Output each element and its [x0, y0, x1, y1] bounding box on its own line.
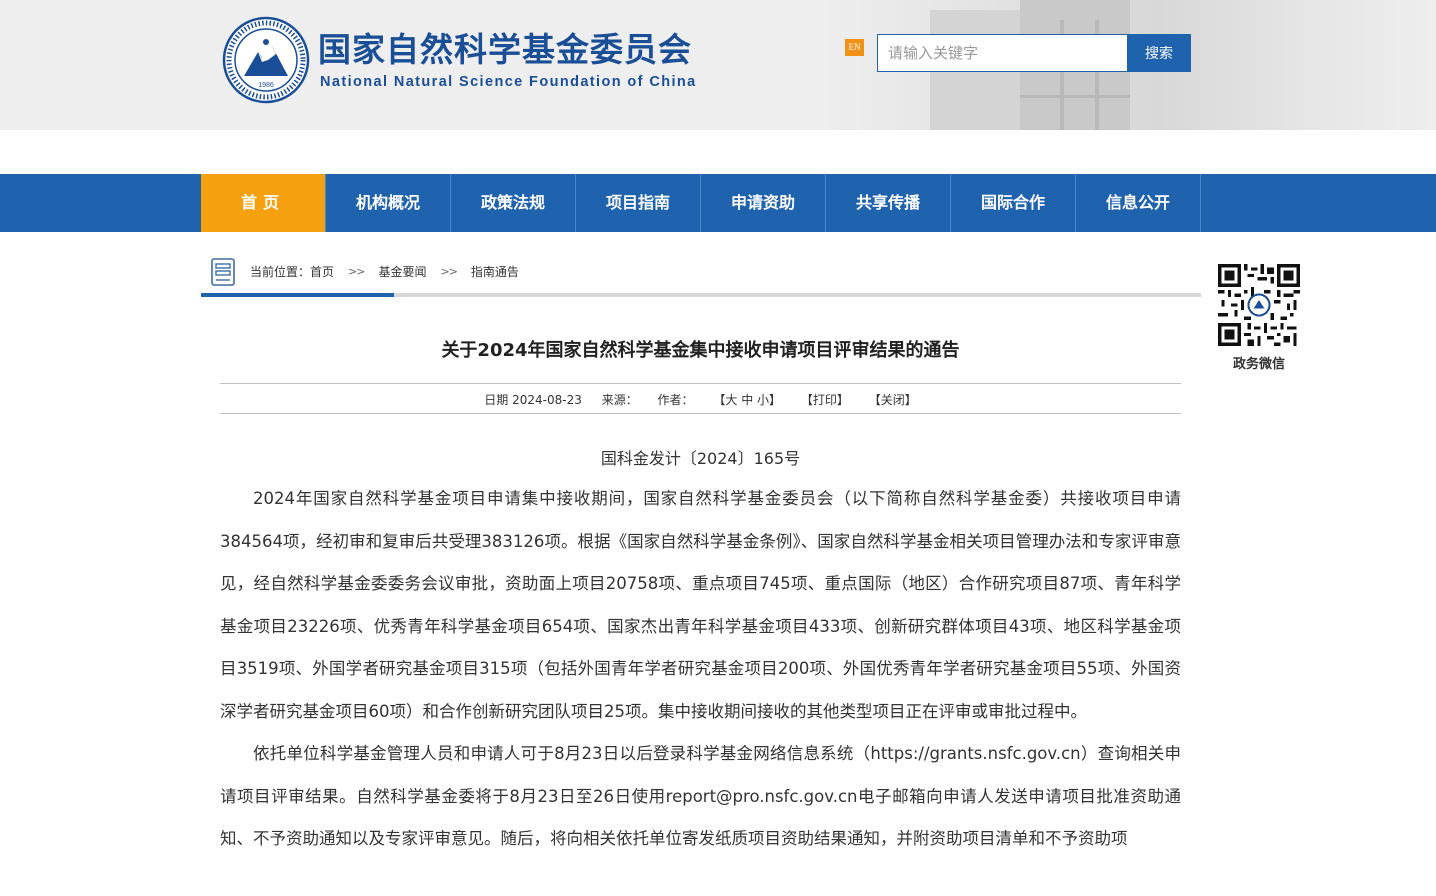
article-paragraph: 依托单位科学基金管理人员和申请人可于8月23日以后登录科学基金网络信息系统（ht… — [220, 744, 1181, 848]
breadcrumb-news[interactable]: 基金要闻 — [378, 263, 426, 280]
search-button[interactable]: 搜索 — [1127, 34, 1191, 72]
search-input[interactable] — [877, 34, 1129, 72]
nav-item-apply[interactable]: 申请资助 — [701, 174, 826, 232]
document-number: 国科金发计〔2024〕165号 — [600, 449, 801, 468]
article-title: 关于2024年国家自然科学基金集中接收申请项目评审结果的通告 — [441, 340, 960, 361]
wechat-qr-code — [1218, 264, 1300, 346]
qr-label: 政务微信 — [1232, 357, 1285, 372]
article-body: 2024年国家自然科学基金项目申请集中接收期间，国家自然科学基金委员会（以下简称… — [220, 478, 1181, 861]
site-header: 1986 国家自然科学基金委员会 National Natural Scienc… — [0, 0, 1436, 130]
nsfc-logo-icon[interactable]: 1986 — [222, 16, 310, 104]
article-author: 作者： — [657, 393, 694, 407]
breadcrumb: 当前位置： 首页 >> 基金要闻 >> 指南通告 — [250, 263, 519, 280]
nav-item-home[interactable]: 首页 — [201, 174, 326, 232]
breadcrumb-separator: >> — [348, 265, 365, 278]
nav-item-about[interactable]: 机构概况 — [326, 174, 451, 232]
nav-item-international[interactable]: 国际合作 — [951, 174, 1076, 232]
meta-divider-top — [220, 383, 1181, 384]
article-paragraph: 2024年国家自然科学基金项目申请集中接收期间，国家自然科学基金委员会（以下简称… — [220, 489, 1181, 721]
logo-year: 1986 — [258, 82, 274, 89]
site-title-cn[interactable]: 国家自然科学基金委员会 — [318, 30, 692, 70]
font-size-toggle[interactable]: 【大 中 小】 — [713, 393, 781, 407]
close-button[interactable]: 【关闭】 — [869, 393, 917, 407]
article-date: 日期 2024-08-23 — [484, 393, 582, 407]
article-source: 来源： — [601, 393, 638, 407]
print-button[interactable]: 【打印】 — [801, 393, 849, 407]
breadcrumb-divider-accent — [201, 293, 394, 297]
breadcrumb-prefix: 当前位置： — [250, 265, 311, 279]
english-version-link[interactable]: EN — [845, 39, 864, 56]
breadcrumb-home[interactable]: 首页 — [310, 263, 334, 280]
nav-item-share[interactable]: 共享传播 — [826, 174, 951, 232]
breadcrumb-separator: >> — [440, 265, 457, 278]
nav-item-disclosure[interactable]: 信息公开 — [1076, 174, 1201, 232]
nav-item-policy[interactable]: 政策法规 — [451, 174, 576, 232]
breadcrumb-notices[interactable]: 指南通告 — [471, 263, 519, 280]
meta-divider-bottom — [220, 413, 1181, 414]
main-nav: 首页 机构概况 政策法规 项目指南 申请资助 共享传播 国际合作 信息公开 — [0, 174, 1436, 232]
location-icon — [211, 258, 235, 286]
site-title-en[interactable]: National Natural Science Foundation of C… — [320, 74, 697, 90]
nav-item-guide[interactable]: 项目指南 — [576, 174, 701, 232]
article-meta: 日期 2024-08-23 来源： 作者： 【大 中 小】 【打印】 【关闭】 — [220, 391, 1181, 408]
